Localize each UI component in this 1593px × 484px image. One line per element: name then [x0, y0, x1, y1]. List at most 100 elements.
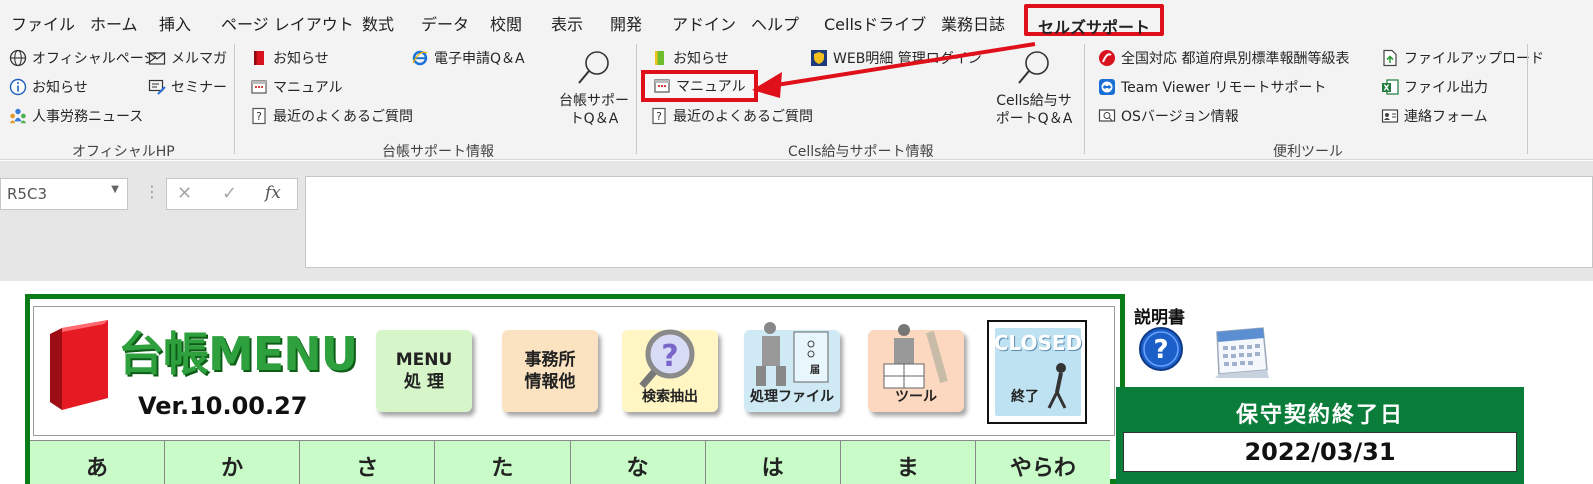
daicho-faq-button[interactable]: ? 最近のよくあるご質問 [250, 106, 413, 126]
svg-text:X: X [1383, 84, 1390, 93]
seminar-button[interactable]: セミナー [148, 77, 227, 97]
kana-tab-ka[interactable]: か [165, 441, 301, 484]
tab-formulas[interactable]: 数式 [362, 11, 394, 35]
official-news-label: お知らせ [32, 80, 88, 96]
hr-news-button[interactable]: 人事労務ニュース [9, 106, 143, 126]
mail-magazine-button[interactable]: メルマガ [148, 48, 227, 68]
kana-tab-ha[interactable]: は [706, 441, 841, 484]
office-info-line1: 事務所 [524, 350, 576, 370]
kana-tab-ma[interactable]: ま [841, 441, 976, 484]
kana-tab-na[interactable]: な [571, 441, 706, 484]
group-label-official: オフィシャルHP [72, 144, 175, 160]
search-extract-button[interactable]: ? 検索抽出 [622, 329, 718, 412]
tab-page-layout[interactable]: ページ レイアウト [221, 11, 354, 35]
kana-tab-a[interactable]: あ [30, 441, 166, 484]
cancel-icon[interactable]: ✕ [177, 183, 192, 204]
daicho-support-qa-button[interactable]: 台帳サポー トQ＆A [554, 48, 634, 128]
insert-function-icon[interactable]: fx [265, 183, 281, 203]
file-upload-button[interactable]: ファイルアップロード [1381, 48, 1544, 68]
contact-form-label: 連絡フォーム [1404, 109, 1488, 125]
svg-text:?: ? [656, 110, 662, 123]
cells-faq-label: 最近のよくあるご質問 [673, 109, 813, 125]
kana-tab-yarawa[interactable]: やらわ [976, 441, 1110, 484]
cells-faq-button[interactable]: ? 最近のよくあるご質問 [650, 106, 813, 126]
menu-process-line2: 処 理 [404, 372, 444, 392]
tab-cells-support[interactable]: セルズサポート [1024, 4, 1165, 37]
tab-review[interactable]: 校閲 [490, 11, 522, 35]
tools-label: ツール [895, 389, 937, 405]
info-icon [9, 78, 27, 96]
close-button-closed-label: CLOSED [993, 331, 1083, 355]
process-file-label: 処理ファイル [750, 389, 834, 405]
menu-title: 台帳MENU [118, 327, 358, 381]
cells-news-label: お知らせ [673, 51, 729, 67]
tab-file[interactable]: ファイル [11, 11, 75, 35]
salary-grade-table-button[interactable]: 全国対応 都道府県別標準報酬等級表 [1098, 48, 1349, 68]
os-info-icon [1098, 107, 1116, 125]
tab-data[interactable]: データ [421, 11, 469, 35]
official-page-button[interactable]: オフィシャルページ [9, 48, 157, 68]
tab-home[interactable]: ホーム [90, 11, 138, 35]
file-output-button[interactable]: X ファイル出力 [1381, 77, 1488, 97]
people-icon [9, 107, 27, 125]
daicho-faq-label: 最近のよくあるご質問 [273, 109, 413, 125]
kana-tab-sa[interactable]: さ [300, 441, 436, 484]
kana-tab-ta[interactable]: た [435, 441, 571, 484]
upload-doc-icon [1381, 49, 1399, 67]
name-box[interactable]: R5C3 ▼ [0, 178, 128, 210]
tab-cells-drive[interactable]: Cellsドライブ [824, 11, 926, 35]
formula-buttons: ✕ ✓ fx [166, 178, 298, 210]
cells-news-button[interactable]: お知らせ [650, 48, 729, 68]
formula-input[interactable] [305, 176, 1593, 268]
office-info-button[interactable]: 事務所 情報他 [502, 330, 598, 412]
daicho-manual-button[interactable]: マニュアル [250, 77, 343, 97]
official-news-button[interactable]: お知らせ [9, 77, 88, 97]
tab-developer[interactable]: 開発 [610, 11, 642, 35]
e-application-qa-button[interactable]: 電子申請Q＆A [411, 48, 525, 68]
ie-icon [411, 49, 429, 67]
tab-view[interactable]: 表示 [551, 11, 583, 35]
daicho-manual-label: マニュアル [273, 80, 343, 96]
office-info-line2: 情報他 [524, 372, 576, 392]
question-doc-icon: ? [650, 107, 668, 125]
process-file-button[interactable]: 届 処理ファイル [744, 322, 840, 412]
menu-process-button[interactable]: MENU 処 理 [376, 330, 472, 412]
close-button[interactable]: CLOSED 終了 [993, 328, 1083, 416]
excel-export-icon: X [1381, 78, 1399, 96]
e-application-qa-label: 電子申請Q＆A [434, 51, 525, 67]
tab-insert[interactable]: 挿入 [159, 11, 191, 35]
enter-icon[interactable]: ✓ [222, 183, 237, 204]
exit-person-icon [1047, 363, 1067, 409]
name-box-value: R5C3 [7, 185, 47, 203]
chevron-down-icon[interactable]: ▼ [111, 184, 119, 195]
close-button-exit-label: 終了 [1011, 389, 1039, 405]
magnifier-icon [574, 48, 614, 88]
tab-business-log[interactable]: 業務日誌 [941, 11, 1005, 35]
os-version-label: OSバージョン情報 [1121, 109, 1239, 125]
menu-process-line1: MENU [395, 350, 453, 370]
contact-form-button[interactable]: 連絡フォーム [1381, 106, 1488, 126]
tab-addins[interactable]: アドイン [672, 11, 736, 35]
help-icon[interactable]: ? [1138, 326, 1184, 372]
svg-text:?: ? [661, 339, 678, 374]
maintenance-contract-panel: 保守契約終了日 2022/03/31 [1116, 387, 1524, 484]
formula-bar-grip-icon[interactable]: ⋮ [144, 182, 160, 201]
contact-card-icon [1381, 107, 1399, 125]
calendar-icon[interactable] [1207, 326, 1271, 380]
teamviewer-label: Team Viewer リモートサポート [1121, 80, 1327, 96]
svg-text:?: ? [1153, 335, 1168, 365]
seminar-icon [148, 78, 166, 96]
daicho-support-qa-line2: トQ＆A [569, 111, 619, 127]
tab-help[interactable]: ヘルプ [751, 11, 799, 35]
os-version-button[interactable]: OSバージョン情報 [1098, 106, 1239, 126]
teamviewer-icon [1098, 78, 1116, 96]
group-separator [1527, 44, 1528, 154]
group-separator [1084, 44, 1085, 154]
daicho-news-button[interactable]: お知らせ [250, 48, 329, 68]
group-separator [234, 44, 235, 154]
tools-button[interactable]: ツール [868, 324, 964, 412]
manual-label: 説明書 [1134, 308, 1185, 328]
teamviewer-button[interactable]: Team Viewer リモートサポート [1098, 77, 1327, 97]
kana-index-row: あ か さ た な は ま やらわ [30, 440, 1110, 484]
process-file-small-label: 届 [810, 365, 820, 376]
